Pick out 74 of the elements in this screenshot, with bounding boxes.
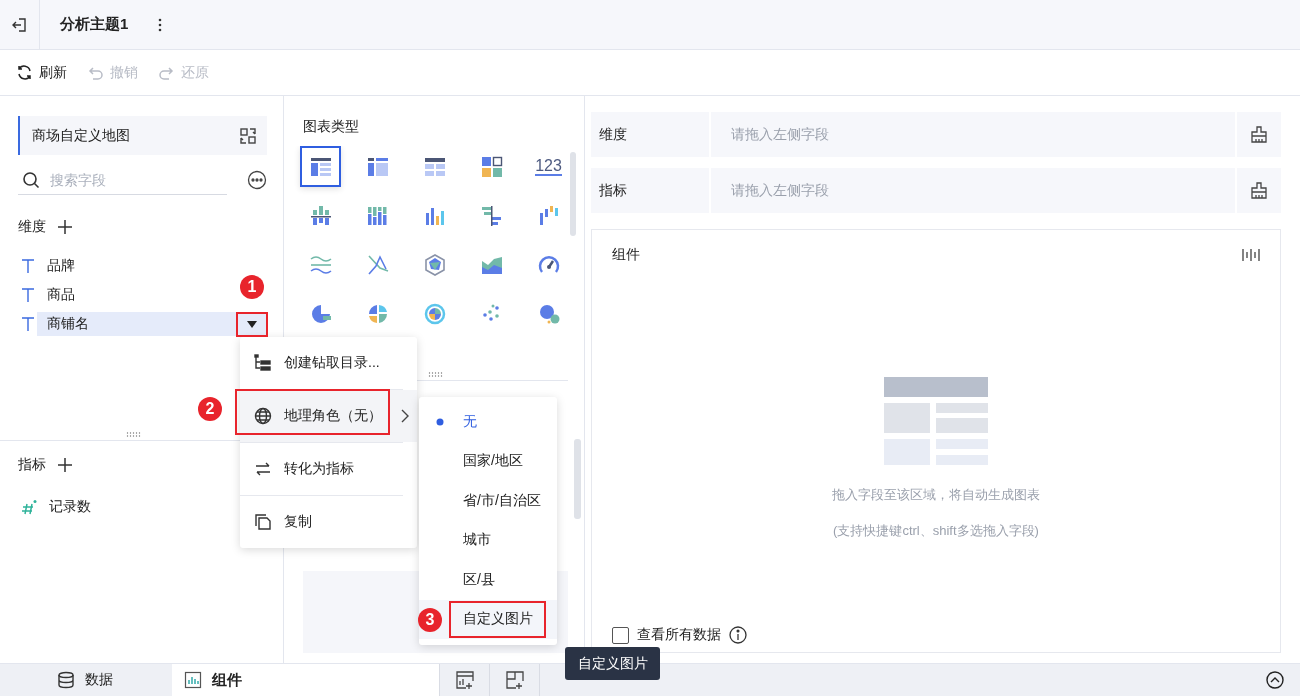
tooltip: 自定义图片 [565,647,660,680]
collapse-icon[interactable] [1266,671,1284,689]
broom-icon [1250,125,1268,144]
clear-button[interactable] [1237,112,1281,157]
more-icon[interactable] [158,17,163,32]
selected-dot-icon [436,417,444,426]
step-badge: 2 [198,397,222,421]
clear-button[interactable] [1237,168,1281,213]
text-type-icon [21,288,35,302]
copy-icon [254,513,272,531]
menu-item[interactable]: 转化为指标 [240,443,417,495]
section-title: 图表类型 [303,118,360,136]
text-type-icon [21,317,35,331]
empty-message: (支持快捷键ctrl、shift多选拖入字段) [833,522,1039,540]
menu-item[interactable]: 地理角色（无） [240,390,417,442]
menu-option[interactable]: 国家/地区 [419,441,557,481]
undo-icon [87,64,104,81]
scrollbar[interactable] [574,439,581,519]
menu-option[interactable]: 省/市/自治区 [419,481,557,521]
more-icon[interactable] [247,170,267,190]
search-field[interactable]: 搜索字段 [18,165,227,195]
database-icon [57,671,75,689]
section-title: 指标 [18,456,46,474]
add-layout-icon [504,670,525,690]
empty-message: 拖入字段至该区域，将自动生成图表 [832,486,1040,504]
card-chart-icon [479,154,504,179]
field-item[interactable]: 品牌 [37,254,79,278]
shelf-label: 维度 [591,112,709,157]
add-chart-icon [454,670,475,690]
bars-icon[interactable] [1242,248,1260,262]
swap-icon [254,460,272,478]
redo-icon [158,64,175,81]
step-badge: 1 [240,275,264,299]
switch-icon[interactable] [239,126,257,145]
dataset-selector[interactable]: 商场自定义地图 [18,116,267,155]
number-type-icon [21,499,37,515]
add-icon[interactable] [58,458,72,472]
globe-icon [254,407,272,425]
info-icon[interactable] [729,626,747,644]
drag-handle-icon[interactable] [125,432,142,437]
field-item[interactable]: 记录数 [39,495,95,519]
text-type-icon [21,259,35,273]
scrollbar[interactable] [570,152,576,236]
shelf-label: 指标 [591,168,709,213]
canvas-title: 组件 [612,246,640,264]
analysis-title: 分析主题1 [60,15,129,34]
add-icon[interactable] [58,220,72,234]
menu-option[interactable]: 无 [419,402,557,442]
chart-type-button[interactable] [300,146,341,187]
broom-icon [1250,181,1268,200]
bar-grouped-chart-icon [308,203,333,228]
tree-icon [254,354,272,372]
highlight-frame [236,312,268,337]
menu-option[interactable]: 区/县 [419,560,557,600]
checkbox[interactable] [612,626,629,644]
refresh-icon [16,64,33,81]
toolbar-button[interactable]: 刷新 [16,63,67,82]
exit-icon [11,16,28,33]
menu-option[interactable]: 城市 [419,520,557,560]
bottom-tab[interactable]: 组件 [172,664,440,696]
field-item[interactable]: 商品 [37,283,79,307]
field-item[interactable]: 商铺名 [37,312,267,336]
bar-horizontal-chart-icon [479,203,504,228]
chart-type-button[interactable]: 123 [528,146,569,187]
drag-handle-icon[interactable] [427,372,444,377]
checkbox-label: 查看所有数据 [637,626,721,644]
section-title: 维度 [18,218,46,236]
menu-item[interactable]: 复制 [240,496,417,548]
sunburst-chart-icon [422,301,447,326]
menu-item[interactable]: 创建钻取目录... [240,337,417,389]
chart-icon [184,671,202,689]
search-icon [22,171,40,189]
caret-icon [247,320,257,328]
radar-chart-icon [422,252,447,277]
